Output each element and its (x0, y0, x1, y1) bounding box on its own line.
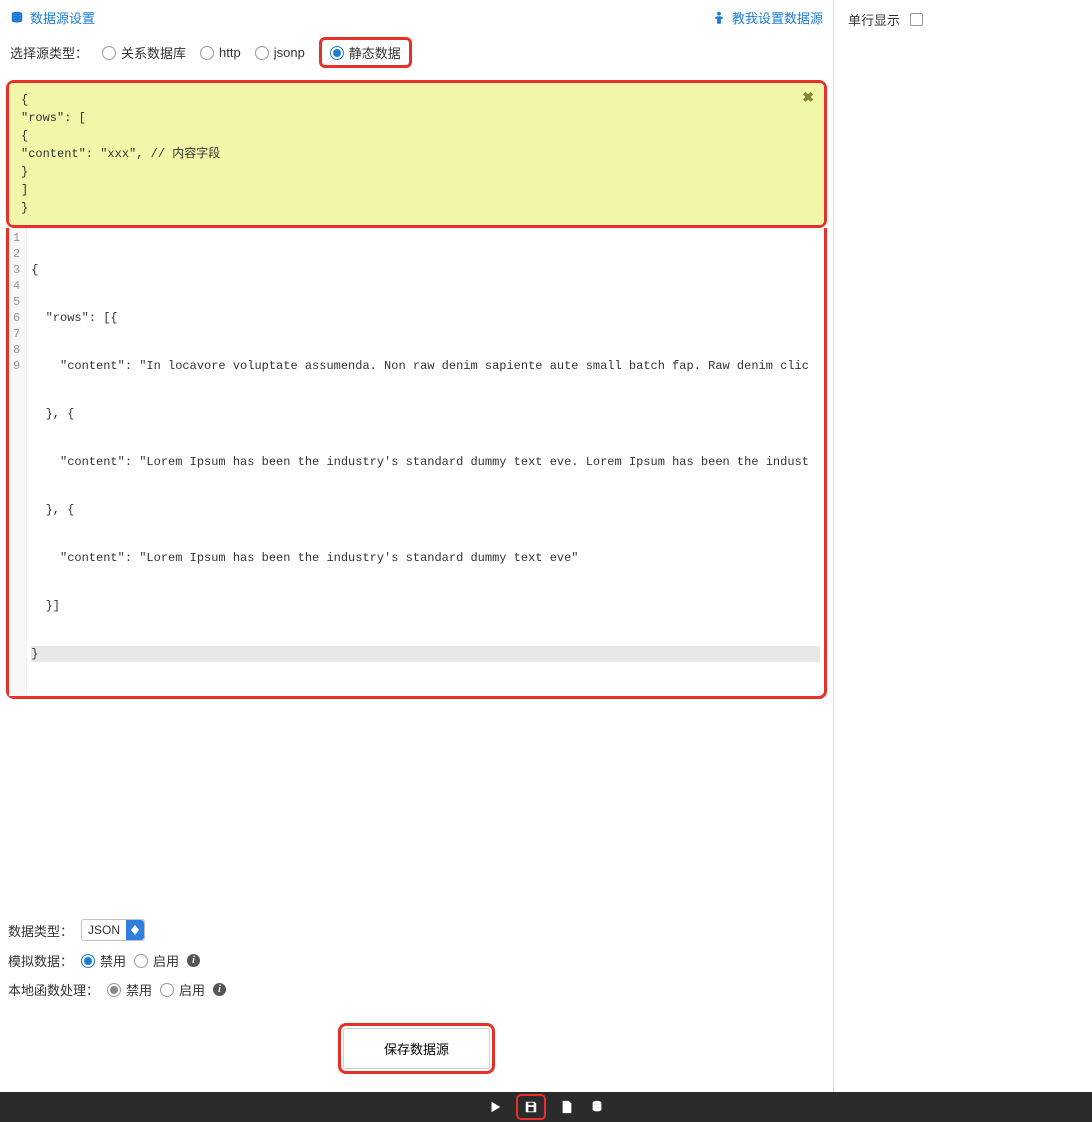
radio-label: http (219, 45, 241, 60)
data-type-select[interactable]: JSON (81, 919, 145, 941)
data-type-label: 数据类型： (8, 921, 73, 940)
single-line-checkbox[interactable] (910, 13, 923, 26)
help-icon (712, 11, 726, 25)
code-line: } (31, 646, 820, 662)
code-line: }, { (31, 502, 820, 518)
mock-data-label: 模拟数据： (8, 951, 73, 970)
close-icon[interactable]: ✖ (802, 89, 814, 110)
code-line: "content": "Lorem Ipsum has been the ind… (31, 550, 820, 566)
play-icon[interactable] (486, 1098, 504, 1116)
radio-relational-db[interactable]: 关系数据库 (102, 43, 186, 62)
editor-gutter: 123456789 (9, 228, 27, 696)
code-line: "content": "Lorem Ipsum has been the ind… (31, 454, 820, 470)
radio-icon (200, 46, 214, 60)
radio-label: 启用 (179, 980, 205, 999)
radio-icon (330, 46, 344, 60)
radio-icon (160, 983, 174, 997)
hint-line: "rows": [ (21, 109, 812, 127)
mock-data-row: 模拟数据： 禁用 启用 i (8, 951, 825, 970)
radio-icon (134, 954, 148, 968)
chevron-updown-icon (126, 920, 144, 940)
help-link[interactable]: 教我设置数据源 (712, 8, 823, 27)
radio-label: 启用 (153, 951, 179, 970)
radio-label: 关系数据库 (121, 43, 186, 62)
local-fn-label: 本地函数处理： (8, 980, 99, 999)
code-line: { (31, 262, 820, 278)
radio-label: 禁用 (100, 951, 126, 970)
hint-line: { (21, 91, 812, 109)
localfn-disable-radio[interactable]: 禁用 (107, 980, 152, 999)
code-line: "rows": [{ (31, 310, 820, 326)
save-datasource-button[interactable]: 保存数据源 (343, 1028, 490, 1069)
hint-line: "content": "xxx", // 内容字段 (21, 145, 812, 163)
code-line: "content": "In locavore voluptate assume… (31, 358, 820, 374)
info-icon[interactable]: i (187, 954, 200, 967)
data-type-row: 数据类型： JSON (8, 919, 825, 941)
radio-label: jsonp (274, 45, 305, 60)
panel-header: 数据源设置 教我设置数据源 (0, 0, 833, 33)
file-icon[interactable] (558, 1098, 576, 1116)
mock-enable-radio[interactable]: 启用 (134, 951, 179, 970)
single-line-label: 单行显示 (848, 10, 900, 29)
code-line: }] (31, 598, 820, 614)
radio-static-data[interactable]: 静态数据 (330, 43, 401, 62)
hint-line: } (21, 199, 812, 217)
database-icon[interactable] (588, 1098, 606, 1116)
code-editor[interactable]: 123456789 { "rows": [{ "content": "In lo… (9, 228, 824, 696)
mock-disable-radio[interactable]: 禁用 (81, 951, 126, 970)
info-icon[interactable]: i (213, 983, 226, 996)
radio-label: 静态数据 (349, 43, 401, 62)
radio-icon (107, 983, 121, 997)
help-link-text: 教我设置数据源 (732, 8, 823, 27)
radio-icon (81, 954, 95, 968)
local-fn-row: 本地函数处理： 禁用 启用 i (8, 980, 825, 999)
database-icon (10, 11, 24, 25)
hint-line: ] (21, 181, 812, 199)
radio-jsonp[interactable]: jsonp (255, 45, 305, 60)
select-value: JSON (82, 923, 126, 937)
save-icon[interactable] (522, 1098, 540, 1116)
hint-line: } (21, 163, 812, 181)
source-type-label: 选择源类型： (10, 43, 88, 62)
editor-blank-area (0, 699, 833, 909)
localfn-enable-radio[interactable]: 启用 (160, 980, 205, 999)
radio-http[interactable]: http (200, 45, 241, 60)
header-title-group: 数据源设置 (10, 8, 95, 27)
editor-content[interactable]: { "rows": [{ "content": "In locavore vol… (27, 228, 824, 696)
radio-icon (255, 46, 269, 60)
bottom-toolbar (0, 1092, 1092, 1122)
radio-icon (102, 46, 116, 60)
header-title: 数据源设置 (30, 8, 95, 27)
format-hint-box: ✖ { "rows": [ { "content": "xxx", // 内容字… (9, 83, 824, 225)
hint-line: { (21, 127, 812, 145)
code-line: }, { (31, 406, 820, 422)
source-type-row: 选择源类型： 关系数据库 http jsonp 静态数据 (0, 33, 833, 76)
single-line-row: 单行显示 (848, 10, 1078, 29)
radio-label: 禁用 (126, 980, 152, 999)
